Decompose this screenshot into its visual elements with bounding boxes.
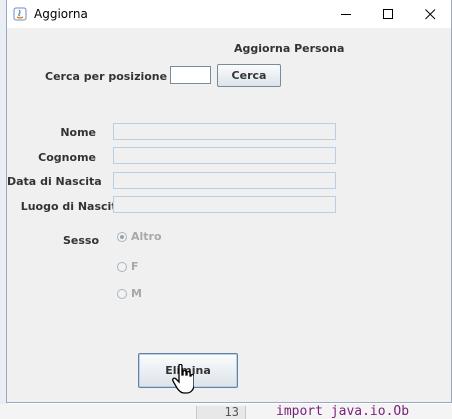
- java-app-icon: [13, 7, 27, 21]
- radio-button-icon: [117, 231, 127, 242]
- background-code-line: import java.io.Ob: [276, 404, 410, 419]
- radio-button-icon: [117, 261, 127, 272]
- radio-label: F: [131, 260, 139, 273]
- sex-radio-m[interactable]: M: [117, 287, 142, 300]
- form-heading: Aggiorna Persona: [234, 42, 345, 55]
- birth-date-field[interactable]: [113, 172, 336, 189]
- birth-place-label: Luogo di Nascita: [20, 200, 124, 213]
- name-label: Nome: [60, 126, 96, 139]
- surname-label: Cognome: [38, 151, 96, 164]
- minimize-button[interactable]: [325, 0, 367, 28]
- sex-label: Sesso: [63, 234, 100, 247]
- birth-date-label: Data di Nascita: [7, 175, 102, 188]
- aggiorna-dialog: Aggiorna Aggiorna Persona Cerca per posi…: [6, 0, 452, 403]
- maximize-icon: [382, 8, 393, 19]
- search-button[interactable]: Cerca: [217, 64, 281, 87]
- radio-label: Altro: [131, 230, 162, 243]
- window-title: Aggiorna: [34, 7, 88, 21]
- name-field[interactable]: [113, 123, 336, 140]
- background-line-number: 13: [196, 406, 246, 419]
- birth-place-field[interactable]: [113, 196, 336, 213]
- minimize-icon: [340, 13, 351, 15]
- sex-radio-f[interactable]: F: [117, 260, 139, 273]
- search-position-input[interactable]: [170, 66, 211, 84]
- sex-radio-altro[interactable]: Altro: [117, 230, 162, 243]
- mouse-pointer-icon: [172, 364, 194, 394]
- close-icon: [424, 8, 435, 19]
- search-position-label: Cerca per posizione: [45, 70, 168, 83]
- maximize-button[interactable]: [367, 0, 409, 28]
- surname-field[interactable]: [113, 147, 336, 164]
- radio-label: M: [131, 287, 142, 300]
- close-button[interactable]: [409, 0, 451, 28]
- radio-selected-dot: [120, 234, 124, 239]
- title-bar[interactable]: Aggiorna: [7, 0, 451, 28]
- radio-button-icon: [117, 288, 127, 299]
